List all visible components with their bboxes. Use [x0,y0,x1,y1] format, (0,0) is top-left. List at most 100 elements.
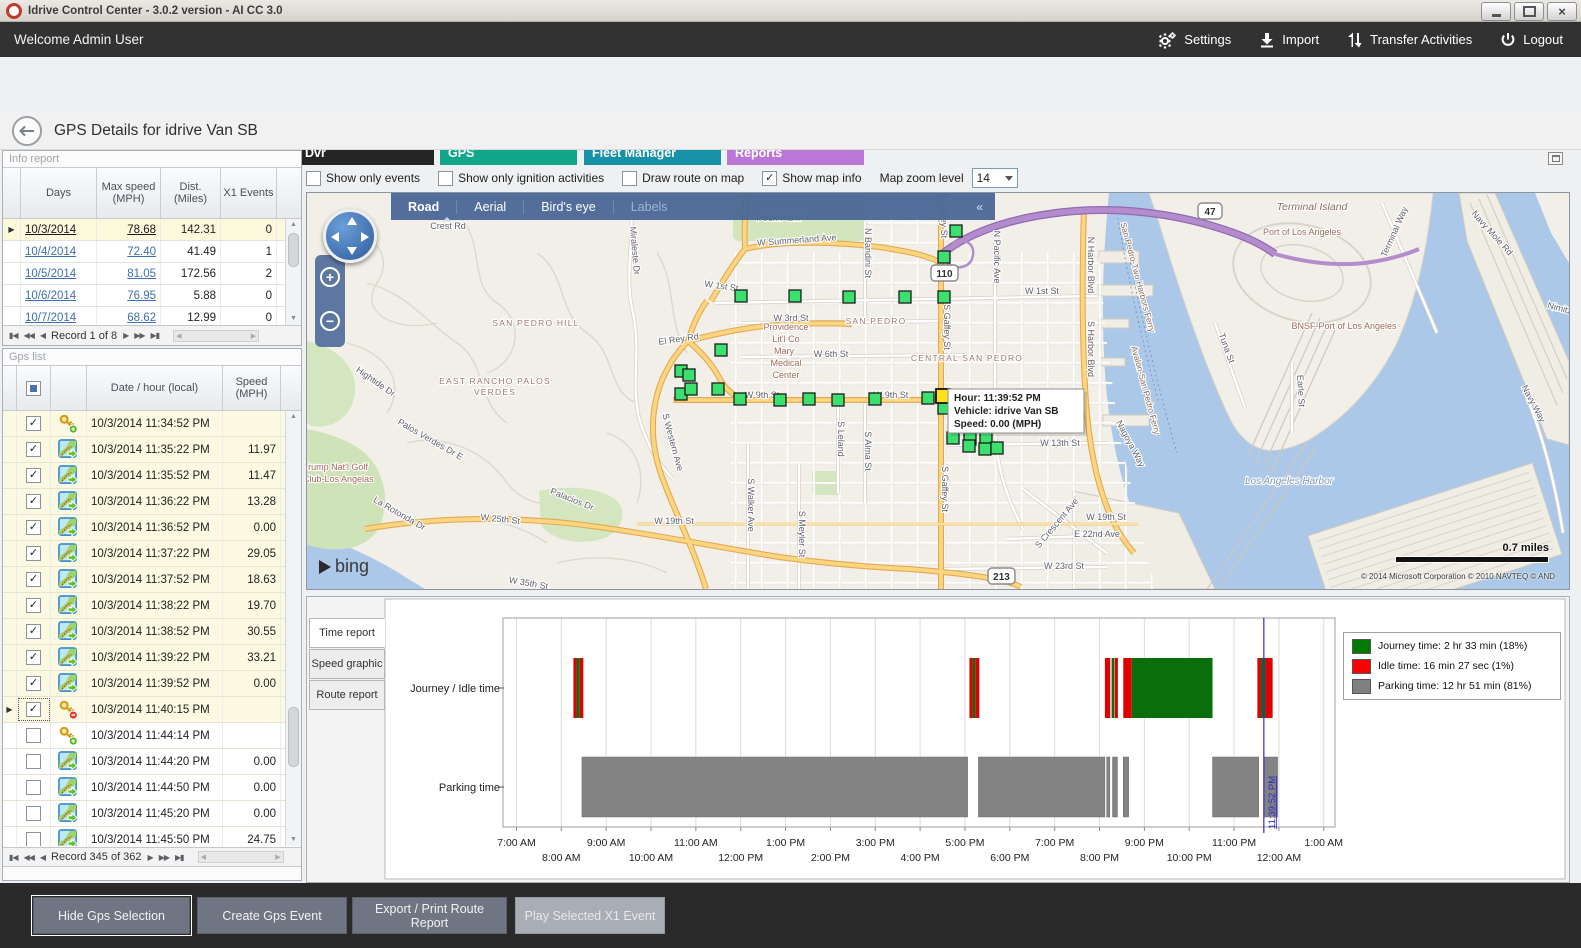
row-checkbox-cell[interactable] [17,645,51,670]
row-checkbox[interactable] [26,832,41,846]
list-item[interactable]: 10/3/2014 11:44:14 PM [3,723,301,749]
transfer-activities-button[interactable]: Transfer Activities [1347,32,1472,48]
row-checkbox[interactable] [26,468,41,483]
table-row[interactable]: 10/4/201472.4041.491 [3,241,301,263]
gps-marker[interactable] [734,393,746,405]
list-item[interactable]: 10/3/2014 11:45:20 PM0.00 [3,801,301,827]
logout-button[interactable]: Logout [1500,32,1563,48]
row-checkbox-cell[interactable] [17,463,51,488]
header-max-speed[interactable]: Max speed (MPH) [97,168,161,218]
gps-marker[interactable] [922,392,934,404]
row-checkbox-cell[interactable] [17,515,51,540]
row-checkbox-cell[interactable] [17,411,51,436]
list-item[interactable]: 10/3/2014 11:34:52 PM [3,411,301,437]
minimize-button[interactable] [1481,2,1511,21]
gps-list-scrollbar[interactable]: ▲▼ [285,411,301,846]
list-item[interactable]: 10/3/2014 11:36:52 PM0.00 [3,515,301,541]
row-checkbox-cell[interactable] [17,697,51,722]
list-item[interactable]: 10/3/2014 11:44:20 PM0.00 [3,749,301,775]
pager-hscrollbar[interactable]: ◀▶ [173,330,259,342]
tab-time-report[interactable]: Time report [309,618,385,648]
list-item[interactable]: ▶10/3/2014 11:40:15 PM [3,697,301,723]
pager-next[interactable]: ▶ [123,331,128,340]
row-checkbox[interactable] [26,494,41,509]
header-speed[interactable]: Speed (MPH) [223,366,281,410]
row-checkbox-cell[interactable] [17,671,51,696]
back-button[interactable] [12,116,42,146]
list-item[interactable]: 10/3/2014 11:44:50 PM0.00 [3,775,301,801]
zoom-in-button[interactable]: + [320,267,340,287]
table-row[interactable]: 10/5/201481.05172.562 [3,263,301,285]
checkbox[interactable] [762,171,777,186]
pager-hscrollbar[interactable]: ◀▶ [198,851,284,863]
gps-marker[interactable] [715,344,727,356]
row-checkbox[interactable] [26,676,41,691]
map-zoom-select[interactable]: 14 [972,168,1018,188]
gps-marker[interactable] [685,383,697,395]
pan-right-icon[interactable] [361,232,369,242]
row-checkbox[interactable] [26,624,41,639]
option-show-only-ignition[interactable]: Show only ignition activities [438,171,604,186]
bing-map[interactable]: 110 47 213 Crest RdMiraleste DrSAN PEDRO… [307,193,1569,589]
pan-up-icon[interactable] [347,217,357,225]
list-item[interactable]: 10/3/2014 11:45:50 PM24.75 [3,827,301,846]
pager-last[interactable]: ▶▮ [151,331,160,340]
header-x1-events[interactable]: X1 Events [221,168,277,218]
list-item[interactable]: 10/3/2014 11:37:22 PM29.05 [3,541,301,567]
checkbox[interactable] [622,171,637,186]
max-speed-link[interactable]: 72.40 [127,246,156,258]
toolbar-collapse-button[interactable]: « [976,200,995,214]
pan-down-icon[interactable] [347,247,357,255]
list-item[interactable]: 10/3/2014 11:35:52 PM11.47 [3,463,301,489]
row-checkbox[interactable] [26,780,41,795]
day-link[interactable]: 10/7/2014 [25,312,76,324]
row-checkbox[interactable] [26,572,41,587]
row-checkbox[interactable] [26,728,41,743]
gps-marker[interactable] [938,291,950,303]
row-checkbox-cell[interactable] [17,723,51,748]
pager-first[interactable]: ▮◀ [9,331,18,340]
header-days[interactable]: Days [21,168,97,218]
row-checkbox-cell[interactable] [17,749,51,774]
day-link[interactable]: 10/5/2014 [25,268,76,280]
row-checkbox[interactable] [26,598,41,613]
day-link[interactable]: 10/4/2014 [25,246,76,258]
header-dist[interactable]: Dist. (Miles) [161,168,221,218]
gps-marker[interactable] [803,393,815,405]
create-gps-event-button[interactable]: Create Gps Event [197,897,347,934]
gps-marker[interactable] [789,290,801,302]
max-speed-link[interactable]: 81.05 [127,268,156,280]
list-item[interactable]: 10/3/2014 11:35:22 PM11.97 [3,437,301,463]
gps-marker[interactable] [832,394,844,406]
gps-marker[interactable] [843,291,855,303]
row-checkbox-cell[interactable] [17,827,51,846]
map-style-road[interactable]: Road [391,200,456,214]
table-row[interactable]: 10/6/201476.955.880 [3,285,301,307]
settings-button[interactable]: Settings [1157,31,1231,49]
play-selected-x1-event-button[interactable]: Play Selected X1 Event [515,897,665,934]
row-checkbox[interactable] [26,520,41,535]
pager-last[interactable]: ▶▮ [175,853,184,862]
list-item[interactable]: 10/3/2014 11:39:22 PM33.21 [3,645,301,671]
max-speed-link[interactable]: 78.68 [127,224,156,236]
maximize-button[interactable] [1514,2,1544,21]
table-row[interactable]: ▶10/3/201478.68142.310 [3,219,301,241]
map-panel-maximize-button[interactable] [1548,152,1563,165]
row-checkbox[interactable] [26,442,41,457]
gps-marker[interactable] [979,443,991,455]
row-checkbox-cell[interactable] [17,801,51,826]
row-checkbox[interactable] [26,702,41,717]
tab-route-report[interactable]: Route report [309,680,385,710]
pager-prev[interactable]: ◀ [40,331,45,340]
gps-marker[interactable] [683,369,695,381]
map-compass[interactable] [323,209,377,263]
gps-marker[interactable] [991,442,1003,454]
list-item[interactable]: 10/3/2014 11:36:22 PM13.28 [3,489,301,515]
header-date[interactable]: Date / hour (local) [87,366,223,410]
list-item[interactable]: 10/3/2014 11:39:52 PM0.00 [3,671,301,697]
max-speed-link[interactable]: 76.95 [127,290,156,302]
pager-fast-prev[interactable]: ◀◀ [24,331,34,340]
row-checkbox[interactable] [26,546,41,561]
list-item[interactable]: 10/3/2014 11:38:22 PM19.70 [3,593,301,619]
pan-left-icon[interactable] [331,232,339,242]
